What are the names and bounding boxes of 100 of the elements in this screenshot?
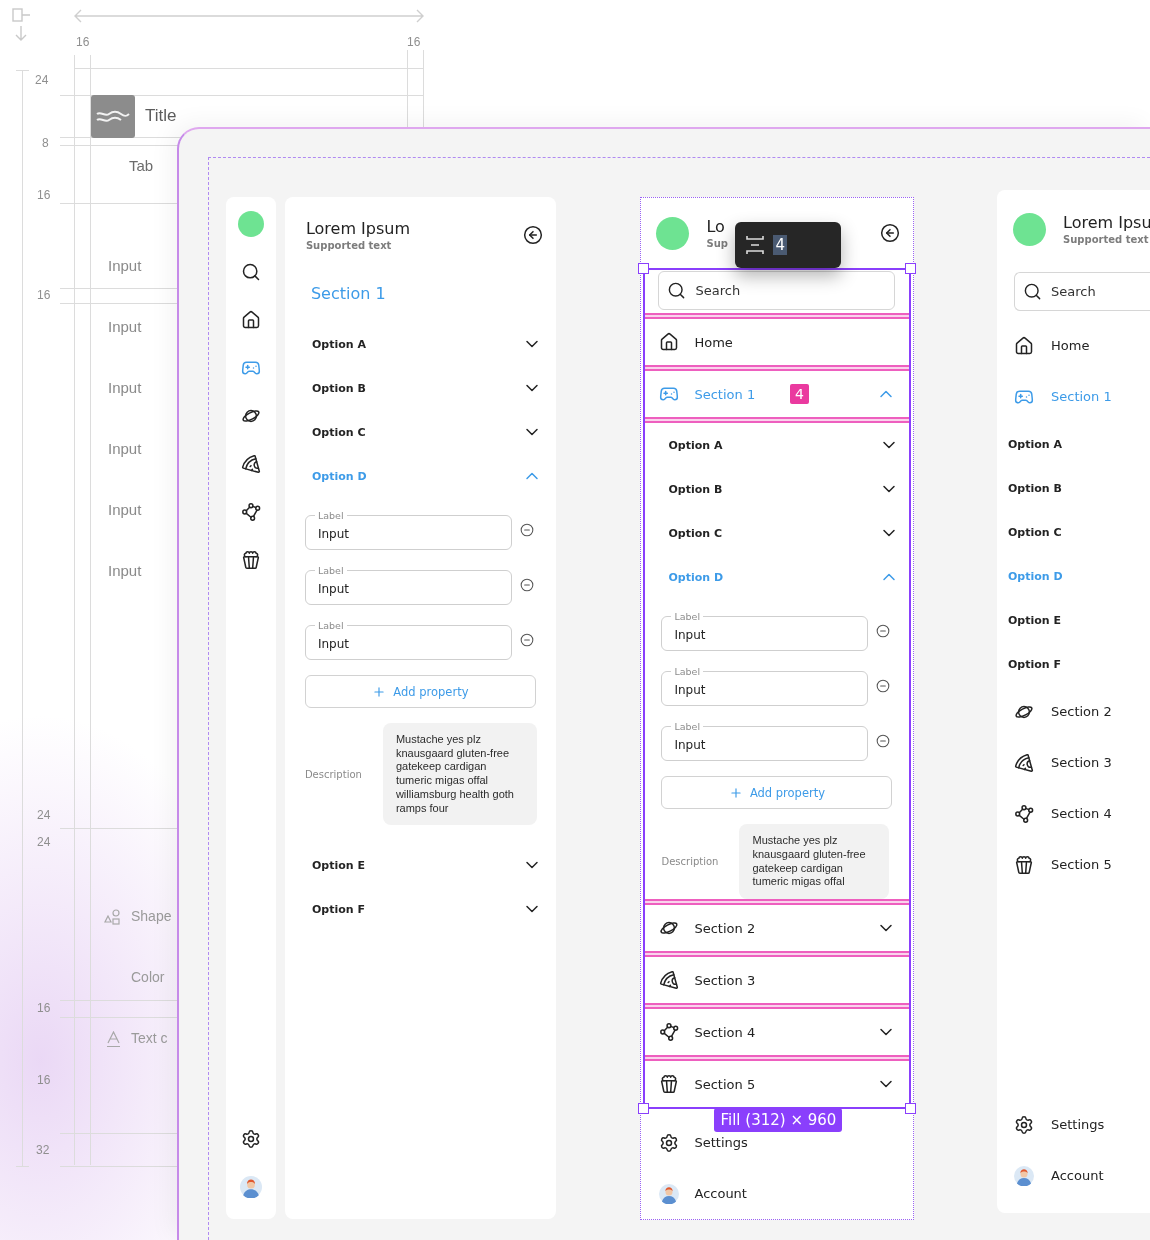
text-input[interactable]: Input (317, 637, 499, 651)
nav-item[interactable]: Section 3 (694, 972, 756, 988)
option-item[interactable]: Option B (668, 482, 723, 496)
spec-label: Shape (131, 908, 172, 925)
resize-handle[interactable] (638, 263, 650, 275)
home-icon[interactable] (240, 310, 261, 330)
search-input[interactable]: Search (695, 283, 887, 299)
input-field[interactable]: Label Input (304, 510, 512, 550)
text-style-icon (106, 1031, 121, 1048)
measurement-label: 24 (37, 835, 51, 850)
nav-item[interactable]: Section 5 (694, 1076, 756, 1092)
align-icon (10, 6, 32, 42)
nav-item[interactable]: Section 3 (1051, 755, 1112, 770)
avatar-icon[interactable] (659, 1183, 680, 1204)
nav-item[interactable]: Settings (1051, 1117, 1105, 1132)
spec-label: Text c (131, 1030, 168, 1047)
nav-item[interactable]: Section 2 (694, 920, 756, 936)
search-icon (1023, 282, 1042, 301)
option-item[interactable]: Option C (1008, 525, 1062, 539)
option-item[interactable]: Option B (311, 381, 366, 395)
option-item[interactable]: Option B (1008, 481, 1062, 495)
input-label: Input (108, 257, 142, 275)
nav-item[interactable]: Section 2 (1051, 704, 1112, 719)
resize-handle[interactable] (905, 1103, 916, 1114)
minus-circle-icon[interactable] (876, 679, 891, 694)
plus-icon (728, 785, 743, 800)
input-field[interactable]: Label Input (304, 620, 512, 660)
input-field[interactable]: Label Input (661, 666, 869, 707)
nav-item[interactable]: Section 5 (1051, 857, 1112, 872)
option-item[interactable]: Option A (668, 438, 723, 452)
nav-item[interactable]: Account (1051, 1168, 1104, 1183)
nav-item[interactable]: Section 4 (694, 1024, 756, 1040)
spec-title: Title (145, 106, 177, 127)
option-item[interactable]: Option C (668, 526, 722, 540)
input-field[interactable]: Label Input (661, 611, 869, 652)
resize-handle[interactable] (905, 263, 916, 275)
tab-label: Tab (129, 157, 154, 175)
panel-title: Lorem Ipsum (305, 217, 411, 239)
field-label: Label (316, 510, 345, 521)
field-label: Label (673, 611, 702, 623)
option-item[interactable]: Option E (311, 858, 365, 872)
arrow-left-circle-icon[interactable] (523, 225, 544, 245)
text-input[interactable]: Input (674, 628, 856, 643)
popcorn-icon[interactable] (1014, 854, 1034, 875)
search-field[interactable]: Search (658, 271, 896, 311)
text-input[interactable]: Input (317, 527, 499, 541)
input-field[interactable]: Label Input (661, 721, 869, 762)
minus-circle-icon[interactable] (519, 523, 534, 537)
avatar-icon[interactable] (239, 1176, 262, 1198)
resize-handle[interactable] (638, 1103, 650, 1114)
settings-icon[interactable] (659, 1132, 680, 1153)
search-field[interactable]: Search (1014, 272, 1150, 311)
nodes-icon[interactable] (659, 1022, 680, 1042)
nav-item[interactable]: Home (1051, 338, 1090, 353)
nav-item[interactable]: Home (694, 334, 733, 350)
minus-circle-icon[interactable] (519, 578, 534, 592)
option-item[interactable]: Option E (1008, 613, 1061, 627)
measurement-label: 16 (407, 35, 421, 50)
nav-item[interactable]: Settings (694, 1135, 748, 1150)
input-field[interactable]: Label Input (304, 565, 512, 605)
spacing-value[interactable]: 4 (773, 235, 787, 255)
option-item[interactable]: Option C (311, 425, 366, 439)
input-label: Input (108, 318, 142, 336)
pizza-icon[interactable] (240, 454, 261, 474)
input-label: Input (108, 440, 142, 458)
measurement-label: 16 (37, 288, 51, 303)
settings-icon[interactable] (240, 1129, 261, 1149)
home-icon[interactable] (659, 332, 680, 353)
pizza-icon[interactable] (1014, 752, 1034, 773)
nodes-icon[interactable] (1014, 803, 1034, 824)
home-icon[interactable] (1014, 335, 1034, 356)
measurement-label: 8 (42, 136, 49, 151)
count-badge: 4 (790, 384, 809, 405)
option-item[interactable]: Option F (1008, 657, 1061, 671)
panel-subtitle: Supported text (305, 238, 392, 253)
option-item[interactable]: Option F (311, 902, 365, 916)
nodes-icon[interactable] (240, 502, 261, 522)
text-input[interactable]: Input (674, 683, 856, 698)
nav-item[interactable]: Account (694, 1186, 747, 1201)
search-input[interactable]: Search (1051, 284, 1142, 299)
popcorn-icon[interactable] (240, 550, 261, 570)
settings-icon[interactable] (1014, 1114, 1034, 1135)
search-icon[interactable] (240, 262, 261, 282)
nav-item[interactable]: Section 4 (1051, 806, 1112, 821)
popcorn-icon[interactable] (659, 1074, 680, 1094)
text-input[interactable]: Input (317, 582, 499, 596)
minus-circle-icon[interactable] (519, 633, 534, 647)
gamepad-icon[interactable] (240, 358, 261, 378)
pizza-icon[interactable] (659, 970, 680, 990)
size-label: Fill (312) × 960 (714, 1108, 843, 1132)
minus-circle-icon[interactable] (876, 734, 891, 749)
minus-circle-icon[interactable] (876, 624, 891, 639)
option-item[interactable]: Option A (1008, 437, 1062, 451)
text-input[interactable]: Input (674, 738, 856, 753)
option-item[interactable]: Option A (311, 337, 366, 351)
avatar-icon[interactable] (1014, 1165, 1034, 1186)
arrow-left-circle-icon[interactable] (880, 223, 900, 244)
panel-subtitle: Supported text (1063, 232, 1149, 247)
logo (91, 95, 135, 138)
plus-icon (372, 684, 387, 699)
